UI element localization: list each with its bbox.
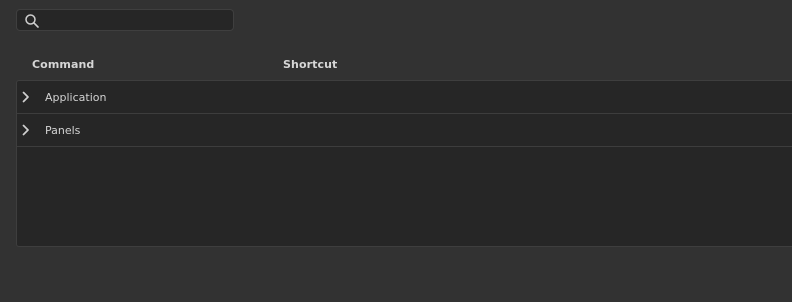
- search-icon: [25, 14, 39, 28]
- chevron-right-icon[interactable]: [21, 124, 31, 136]
- row-label: Application: [45, 91, 107, 104]
- search-box[interactable]: [16, 9, 234, 31]
- chevron-right-icon[interactable]: [21, 91, 31, 103]
- column-header-shortcut[interactable]: Shortcut: [283, 58, 337, 71]
- column-header-command[interactable]: Command: [32, 58, 94, 71]
- shortcuts-table: Application Panels: [16, 80, 792, 247]
- row-label: Panels: [45, 124, 81, 137]
- tree-row-application[interactable]: Application: [17, 81, 792, 114]
- tree-row-panels[interactable]: Panels: [17, 114, 792, 147]
- search-input[interactable]: [43, 11, 229, 29]
